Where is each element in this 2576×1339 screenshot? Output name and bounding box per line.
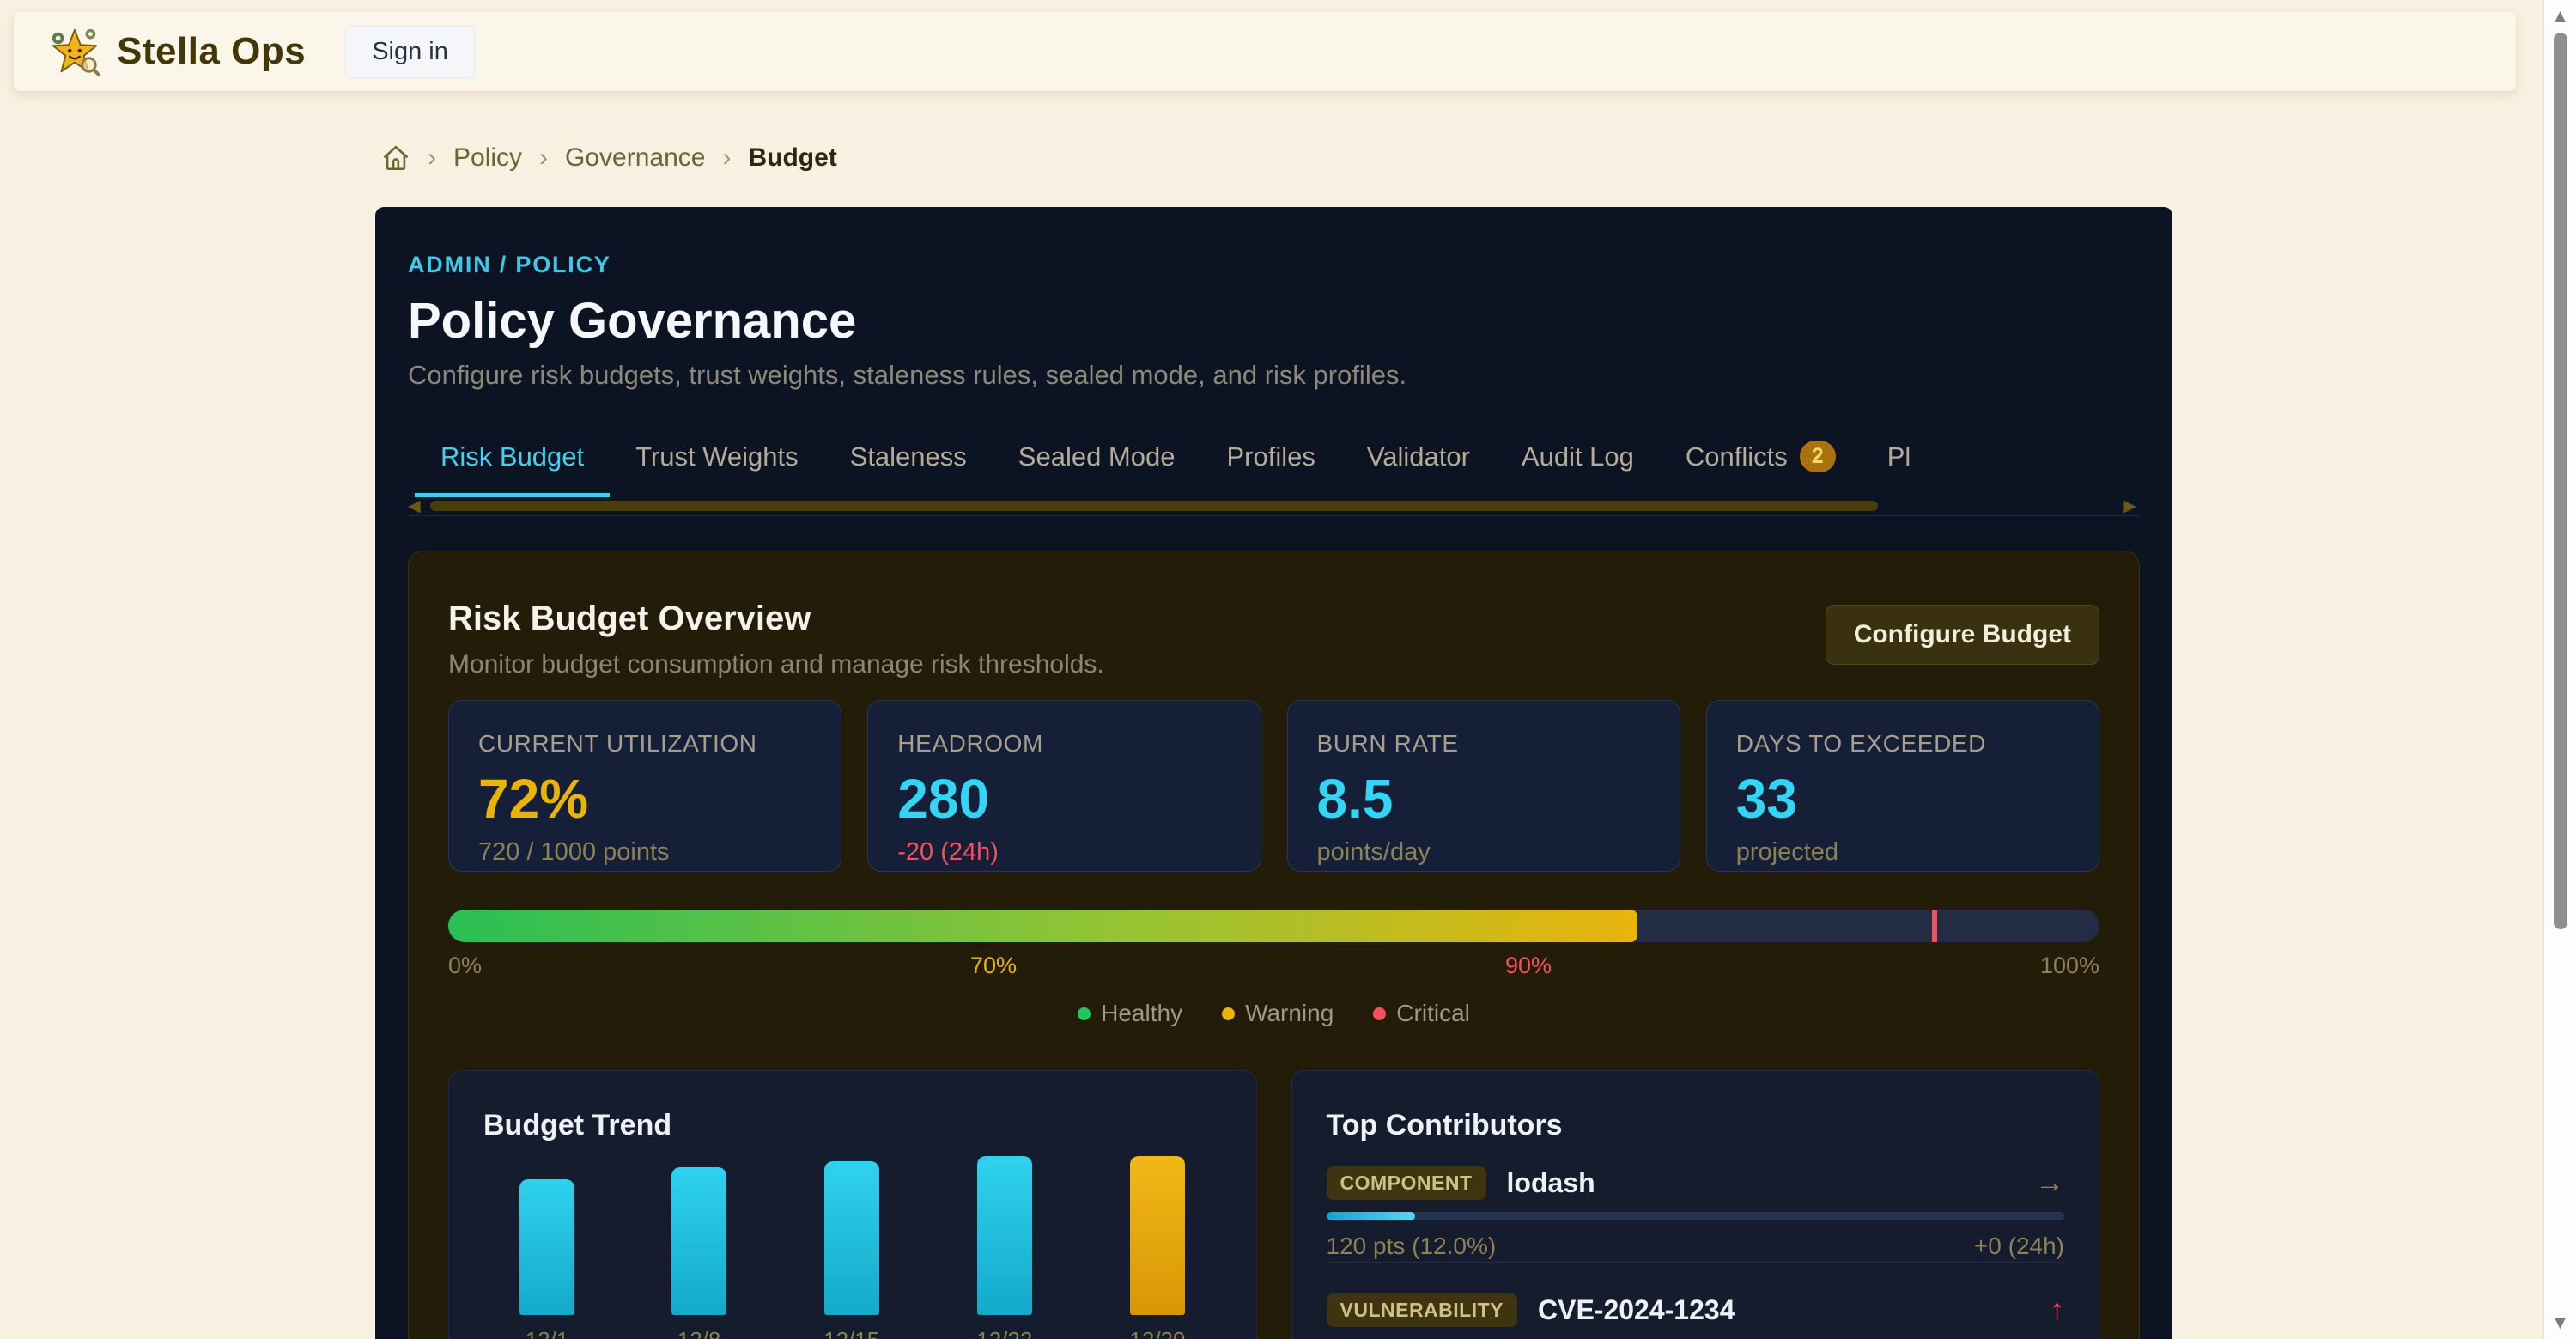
overview-subtitle: Monitor budget consumption and manage ri…: [448, 650, 1104, 679]
breadcrumb-policy[interactable]: Policy: [453, 143, 522, 173]
list-item[interactable]: VULNERABILITY CVE-2024-1234 ↑ 95 pts (9.…: [1327, 1293, 2065, 1339]
tab-staleness[interactable]: Staleness: [824, 423, 993, 497]
top-contributors-panel: Top Contributors COMPONENT lodash → 120 …: [1291, 1070, 2100, 1339]
page-subtitle: Configure risk budgets, trust weights, s…: [408, 360, 2140, 391]
chevron-right-icon: ›: [428, 143, 436, 173]
tab-profiles[interactable]: Profiles: [1200, 423, 1340, 497]
page-title: Policy Governance: [408, 292, 2140, 350]
trend-bar: [824, 1161, 879, 1315]
trend-bar: [671, 1167, 726, 1315]
scroll-right-icon[interactable]: ▶: [2123, 496, 2136, 516]
breadcrumb: › Policy › Governance › Budget: [381, 139, 837, 177]
section-eyebrow: ADMIN / POLICY: [408, 252, 2140, 278]
chevron-right-icon: ›: [539, 143, 548, 173]
gauge-critical-threshold-tick: [1932, 910, 1937, 942]
stats-row: CURRENT UTILIZATION 72% 720 / 1000 point…: [448, 700, 2099, 872]
page-scrollbar[interactable]: ▲ ▼: [2543, 0, 2576, 1339]
contributor-bar-fill: [1327, 1212, 1415, 1220]
tab-trust-weights[interactable]: Trust Weights: [610, 423, 824, 497]
healthy-dot-icon: [1078, 1007, 1091, 1020]
breadcrumb-budget: Budget: [748, 143, 836, 173]
tab-conflicts[interactable]: Conflicts 2: [1660, 423, 1862, 497]
tab-bar: Risk Budget Trust Weights Staleness Seal…: [415, 423, 2140, 497]
divider: [1327, 1262, 2065, 1263]
top-contributors-title: Top Contributors: [1327, 1109, 2065, 1142]
warning-dot-icon: [1222, 1007, 1235, 1020]
stat-days-to-exceeded: DAYS TO EXCEEDED 33 projected: [1706, 700, 2099, 872]
page-scrollbar-thumb[interactable]: [2554, 33, 2567, 929]
contributor-name: lodash: [1507, 1167, 1595, 1199]
home-icon[interactable]: [381, 143, 410, 173]
gauge-legend: Healthy Warning Critical: [448, 1000, 2099, 1027]
arrow-up-icon[interactable]: ↑: [2050, 1293, 2064, 1327]
legend-healthy: Healthy: [1078, 1000, 1182, 1027]
critical-dot-icon: [1373, 1007, 1386, 1020]
chevron-right-icon: ›: [722, 143, 731, 173]
contributor-bar: [1327, 1212, 2065, 1220]
tab-validator[interactable]: Validator: [1341, 423, 1496, 497]
legend-warning: Warning: [1222, 1000, 1334, 1027]
gauge-fill: [448, 910, 1637, 942]
configure-budget-button[interactable]: Configure Budget: [1826, 605, 2099, 665]
trend-bar: [977, 1156, 1032, 1315]
tab-risk-budget[interactable]: Risk Budget: [415, 423, 610, 497]
scroll-up-icon[interactable]: ▲: [2544, 5, 2576, 27]
scroll-left-icon[interactable]: ◀: [408, 496, 421, 516]
tabs-scrollbar-thumb[interactable]: [430, 501, 1878, 511]
budget-utilization-gauge: [448, 910, 2099, 942]
tab-audit-log[interactable]: Audit Log: [1496, 423, 1660, 497]
contributor-delta: +0 (24h): [1974, 1232, 2064, 1260]
contributors-list: COMPONENT lodash → 120 pts (12.0%) +0 (2…: [1327, 1166, 2065, 1339]
risk-budget-overview-card: Risk Budget Overview Monitor budget cons…: [408, 551, 2140, 1339]
tab-clipped[interactable]: Pl: [1862, 423, 1937, 497]
policy-governance-panel: ADMIN / POLICY Policy Governance Configu…: [375, 207, 2172, 1339]
type-badge: COMPONENT: [1327, 1166, 1486, 1200]
budget-trend-title: Budget Trend: [483, 1109, 1222, 1142]
type-badge: VULNERABILITY: [1327, 1293, 1518, 1327]
trend-bar: [519, 1179, 574, 1315]
scroll-down-icon[interactable]: ▼: [2544, 1312, 2576, 1334]
list-item[interactable]: COMPONENT lodash → 120 pts (12.0%) +0 (2…: [1327, 1166, 2065, 1260]
stat-burn-rate: BURN RATE 8.5 points/day: [1287, 700, 1680, 872]
brand-name: Stella Ops: [117, 30, 306, 73]
budget-trend-panel: Budget Trend 12/1 12/8 12/15: [448, 1070, 1257, 1339]
trend-bar: [1130, 1156, 1185, 1315]
stat-current-utilization: CURRENT UTILIZATION 72% 720 / 1000 point…: [448, 700, 841, 872]
gauge-scale-labels: 0% 70% 90% 100%: [448, 953, 2099, 979]
stella-logo-icon: [48, 25, 101, 78]
budget-trend-chart: 12/1 12/8 12/15 12/22: [483, 1190, 1222, 1339]
breadcrumb-governance[interactable]: Governance: [565, 143, 705, 173]
topbar: Stella Ops Sign in: [14, 12, 2516, 91]
tab-sealed-mode[interactable]: Sealed Mode: [993, 423, 1201, 497]
conflicts-count-badge: 2: [1800, 441, 1836, 472]
tabs-scrollbar[interactable]: ◀ ▶: [408, 499, 2140, 513]
contributor-points: 120 pts (12.0%): [1327, 1232, 1497, 1260]
contributor-name: CVE-2024-1234: [1538, 1294, 1735, 1326]
tabs-divider: [408, 515, 2140, 516]
stat-headroom: HEADROOM 280 -20 (24h): [867, 700, 1261, 872]
arrow-right-icon[interactable]: →: [2035, 1166, 2064, 1200]
sign-in-button[interactable]: Sign in: [345, 26, 475, 78]
legend-critical: Critical: [1373, 1000, 1470, 1027]
overview-title: Risk Budget Overview: [448, 600, 1104, 638]
brand[interactable]: Stella Ops: [48, 25, 306, 78]
